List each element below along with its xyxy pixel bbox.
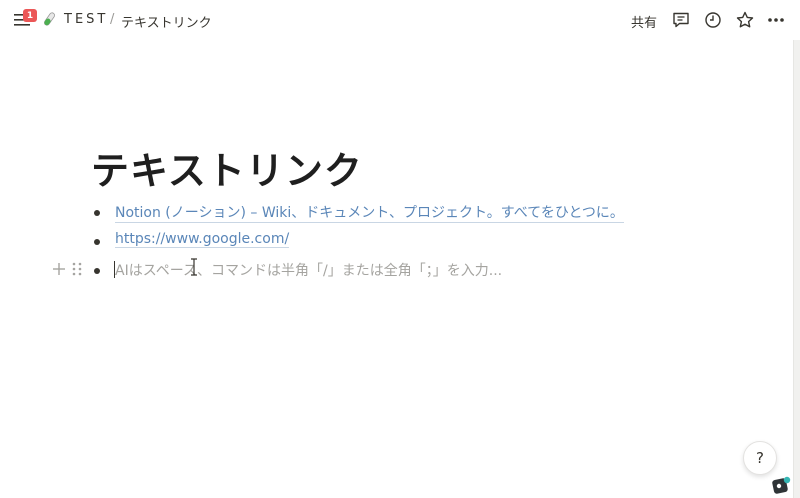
bullet-dot — [94, 210, 100, 216]
test-tube-icon — [41, 11, 57, 29]
ibeam-cursor-icon — [189, 258, 199, 276]
star-icon[interactable] — [735, 10, 755, 30]
empty-block-input[interactable]: AIはスペース、コマンドは半角「/」または全角「；」を入力... — [115, 260, 502, 280]
help-button[interactable]: ? — [743, 441, 777, 475]
clock-icon[interactable] — [703, 10, 723, 30]
topbar: 1 TEST / テキストリンク 共有 — [0, 0, 800, 40]
bullet-dot — [94, 268, 100, 274]
list-item: Notion (ノーション) – Wiki、ドキュメント、プロジェクト。すべてを… — [94, 202, 714, 226]
list-item: https://www.google.com/ — [94, 231, 714, 255]
scrollbar-track[interactable] — [793, 40, 800, 498]
help-icon: ? — [756, 449, 764, 467]
breadcrumb-separator: / — [110, 12, 115, 27]
bullet-dot — [94, 239, 100, 245]
page-window: 1 TEST / テキストリンク 共有 テキストリンク Notion (ノーショ… — [0, 0, 800, 498]
more-icon[interactable] — [766, 10, 786, 30]
google-link[interactable]: https://www.google.com/ — [115, 231, 290, 248]
share-button[interactable]: 共有 — [631, 12, 657, 31]
notification-badge[interactable]: 1 — [23, 9, 37, 22]
drag-handle-icon[interactable] — [71, 261, 83, 276]
app-logo-icon[interactable] — [771, 476, 791, 496]
list-item: AIはスペース、コマンドは半角「/」または全角「；」を入力... — [94, 260, 714, 284]
comment-icon[interactable] — [671, 10, 691, 30]
plus-icon[interactable] — [52, 261, 66, 275]
breadcrumb-workspace[interactable]: TEST — [64, 12, 108, 27]
breadcrumb-page[interactable]: テキストリンク — [121, 12, 212, 31]
page-title[interactable]: テキストリンク — [91, 140, 363, 195]
notion-link[interactable]: Notion (ノーション) – Wiki、ドキュメント、プロジェクト。すべてを… — [115, 202, 624, 223]
